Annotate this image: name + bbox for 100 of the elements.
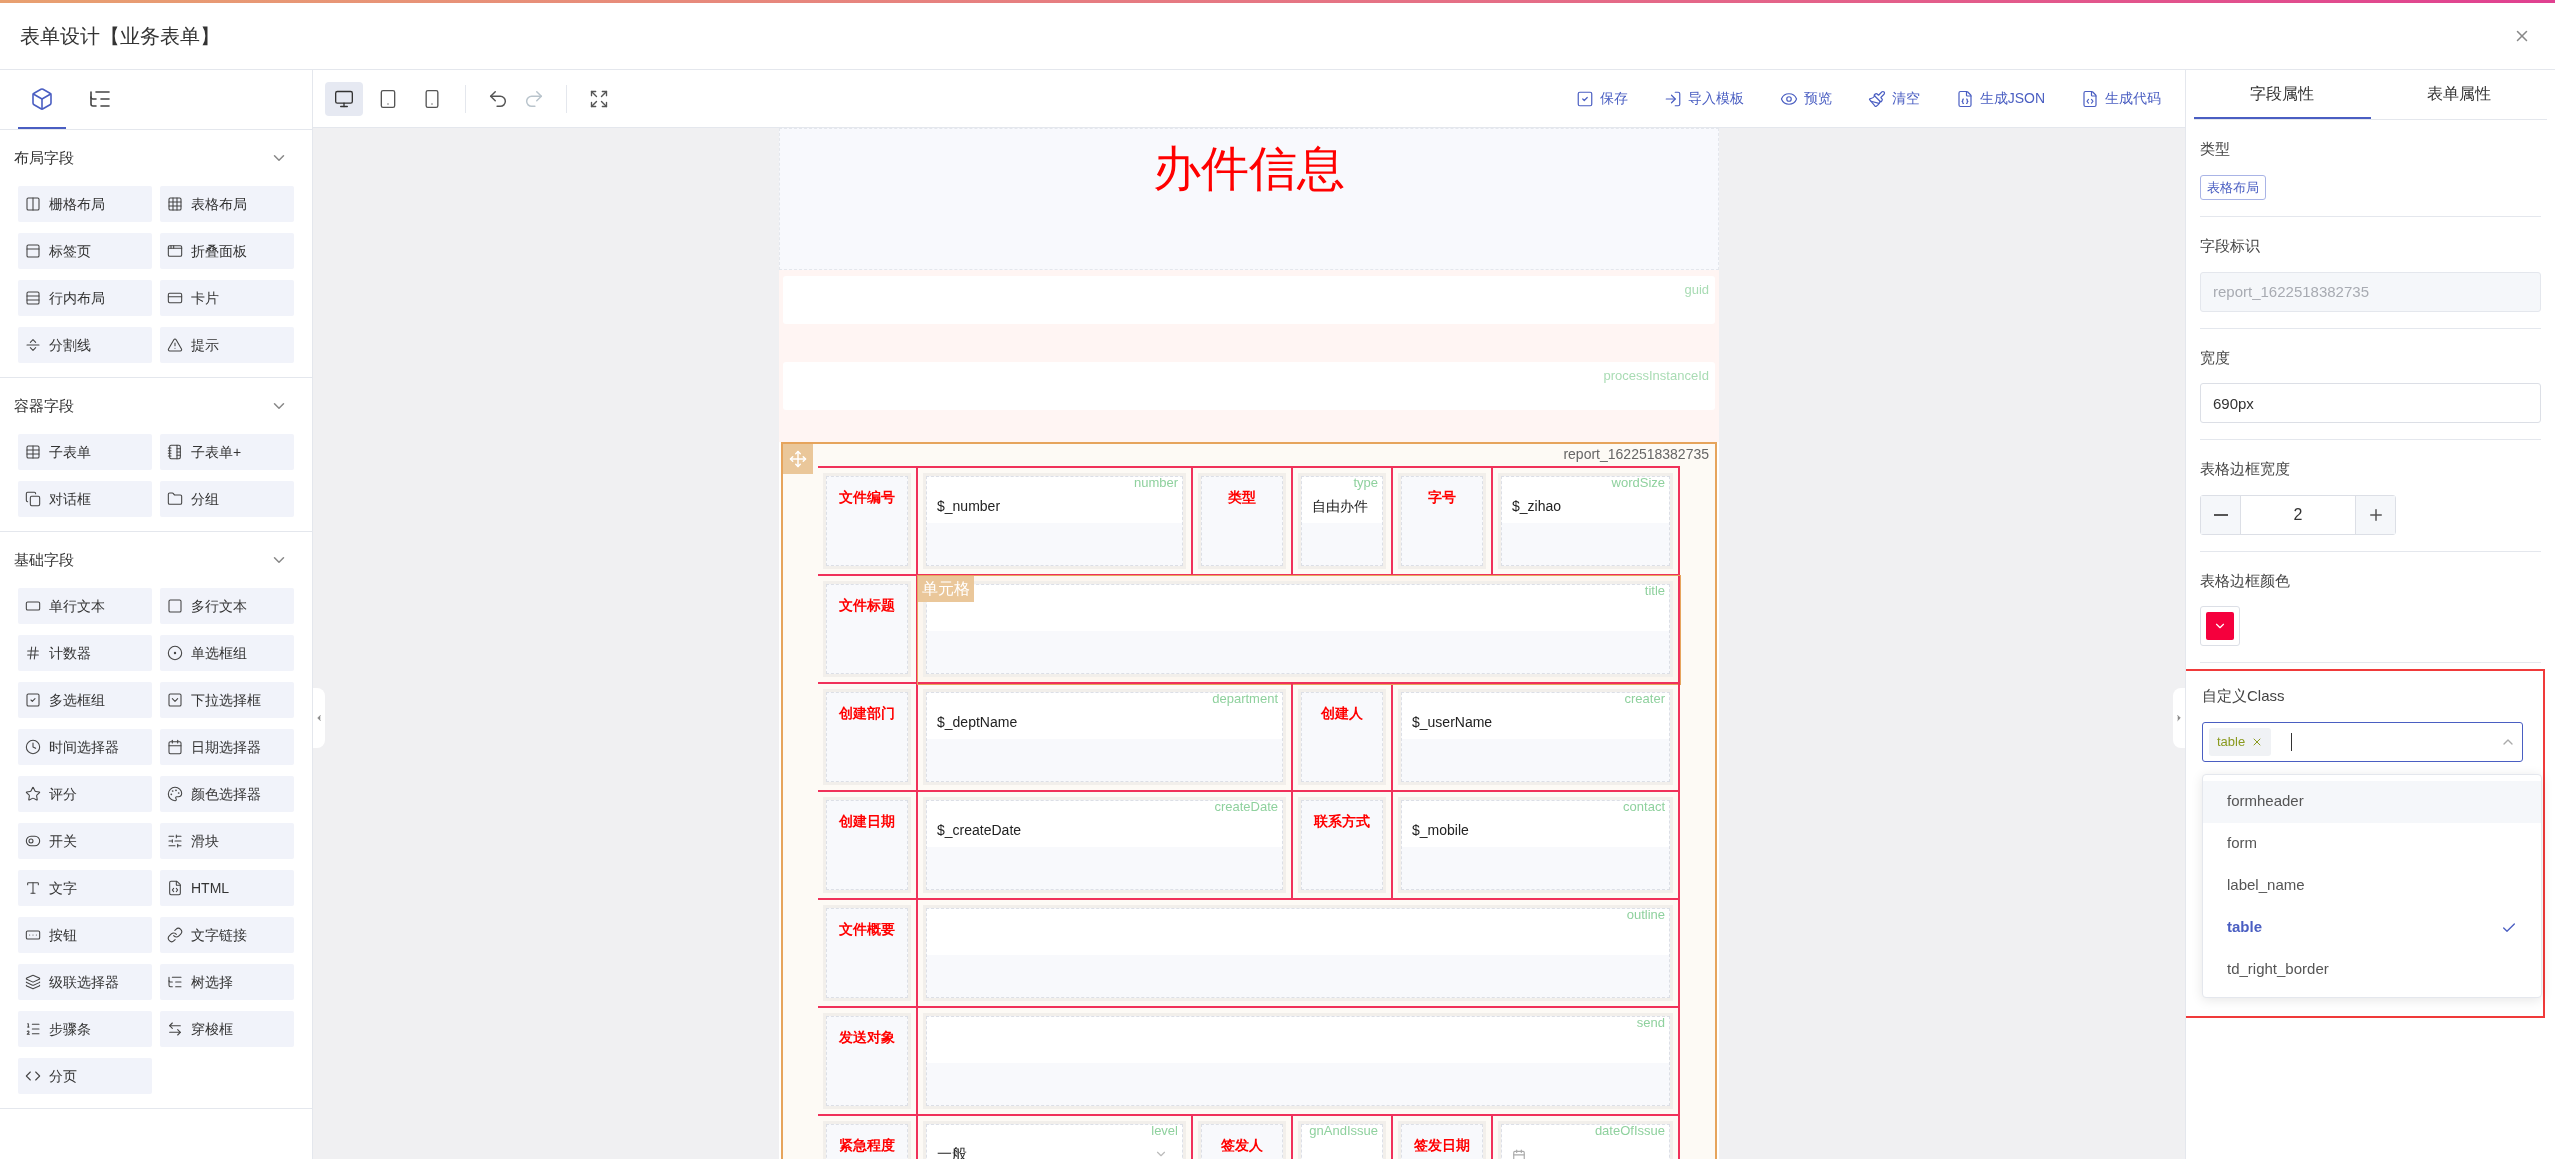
component-item[interactable]: 树选择 [160,964,294,1000]
number-stepper[interactable]: 2 [2200,494,2396,535]
dropdown-icon [167,692,183,708]
component-item[interactable]: 滑块 [160,823,294,859]
field-label: 字号 [1428,488,1456,507]
component-item[interactable]: 子表单+ [160,434,294,470]
dropdown-option[interactable]: formheader [2203,780,2541,823]
component-item[interactable]: 分割线 [18,327,152,363]
toolbar-button[interactable]: 预览 [1775,82,1836,115]
cell-tag: 单元格 [918,576,974,602]
caret-icon [314,713,324,723]
class-tag: table [2209,727,2272,756]
palette-icon [167,786,183,802]
transfer-icon [167,1021,183,1037]
component-item[interactable]: 单行文本 [18,588,152,624]
component-item[interactable]: 按钮 [18,917,152,953]
component-item[interactable]: 多选框组 [18,682,152,718]
folder-icon [167,491,183,507]
card-icon [167,290,183,306]
toolbar-button[interactable]: 保存 [1571,82,1632,115]
color-picker[interactable] [2200,606,2240,646]
component-item[interactable]: 子表单 [18,434,152,470]
field-name: department [1212,690,1278,708]
field-cell[interactable]: contact $_mobile [1401,800,1670,890]
component-item[interactable]: 分页 [18,1058,152,1094]
component-item[interactable]: HTML [160,870,294,906]
calendar-icon [167,739,183,755]
warning-icon [167,337,183,353]
component-item[interactable]: 步骤条 [18,1011,152,1047]
field-name: contact [1623,798,1665,816]
component-item[interactable]: 提示 [160,327,294,363]
table-container[interactable] [781,442,1717,1159]
collapse-handle[interactable] [2173,688,2185,748]
component-item[interactable]: 开关 [18,823,152,859]
field-label: 签发人 [1221,1136,1263,1155]
field-label: 创建人 [1321,704,1363,723]
component-item[interactable]: 计数器 [18,635,152,671]
clock-icon [25,739,41,755]
component-item[interactable]: 文字 [18,870,152,906]
field-label: 文件概要 [839,920,895,939]
dropdown-option[interactable]: td_right_border [2203,948,2541,991]
dropdown-option[interactable]: table [2203,906,2541,949]
field-cell[interactable]: number $_number [926,476,1183,566]
component-item[interactable]: 文字链接 [160,917,294,953]
increment-button[interactable] [2355,495,2395,534]
component-item[interactable]: 穿梭框 [160,1011,294,1047]
component-item[interactable]: 栅格布局 [18,186,152,222]
toolbar-button[interactable]: 生成JSON [1951,82,2049,115]
component-item[interactable]: 单选框组 [160,635,294,671]
field-cell[interactable]: type 自由办件 [1301,476,1383,566]
field-cell[interactable]: createDate $_createDate [926,800,1283,890]
code-file-icon [167,880,183,896]
field-cell[interactable]: department $_deptName [926,692,1283,782]
toolbar-button[interactable]: 生成代码 [2077,82,2165,115]
minus-icon [2213,513,2228,516]
property-label: 表格边框宽度 [2200,459,2291,479]
notebook-icon [167,444,183,460]
field-name: wordSize [1611,474,1665,492]
input-field[interactable]: 690px [2200,383,2541,423]
component-item[interactable]: 分组 [160,481,294,517]
component-item[interactable]: 下拉选择框 [160,682,294,718]
input-icon [25,598,41,614]
dropdown-option[interactable]: label_name [2203,864,2541,907]
field-value: $_deptName [937,713,1018,732]
section-title: 基础字段 [14,549,74,570]
field-label: 创建部门 [839,704,895,723]
field-cell[interactable]: wordSize $_zihao [1501,476,1670,566]
toolbar-button[interactable]: 清空 [1863,82,1924,115]
component-item[interactable]: 日期选择器 [160,729,294,765]
component-item[interactable]: 颜色选择器 [160,776,294,812]
property-tab[interactable]: 字段属性 [2194,70,2371,119]
field-value: $_userName [1412,713,1493,732]
component-item[interactable]: 级联选择器 [18,964,152,1000]
expand-icon [589,88,609,109]
field-cell[interactable]: creater $_userName [1401,692,1670,782]
property-label: 字段标识 [2200,236,2261,256]
component-item[interactable]: 对话框 [18,481,152,517]
field-label: 紧急程度 [839,1136,895,1155]
component-item[interactable]: 卡片 [160,280,294,316]
columns-icon [25,196,41,212]
number-icon [25,645,41,661]
component-item[interactable]: 折叠面板 [160,233,294,269]
window-title: 表单设计【业务表单】 [20,24,220,49]
dropdown-option[interactable]: form [2203,822,2541,865]
component-item[interactable]: 时间选择器 [18,729,152,765]
field-label: 文件编号 [839,488,895,507]
component-item[interactable]: 行内布局 [18,280,152,316]
component-item[interactable]: 多行文本 [160,588,294,624]
rows-icon [25,290,41,306]
device-button[interactable] [325,81,363,116]
component-item[interactable]: 标签页 [18,233,152,269]
component-item[interactable]: 评分 [18,776,152,812]
property-tab[interactable]: 表单属性 [2370,70,2547,119]
property-label: 自定义Class [2202,686,2286,706]
button-icon [25,927,41,943]
toolbar-button[interactable]: 导入模板 [1659,82,1748,115]
move-handle[interactable] [783,444,813,474]
property-label: 表格边框颜色 [2200,570,2291,591]
component-item[interactable]: 表格布局 [160,186,294,222]
collapse-handle[interactable] [313,688,325,748]
